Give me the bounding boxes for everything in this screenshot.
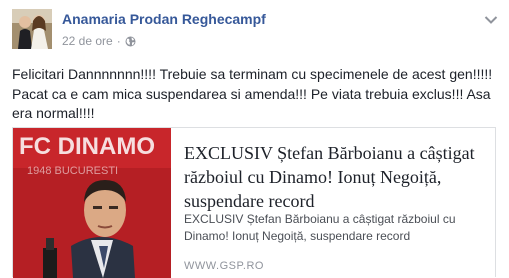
link-source: WWW.GSP.RO	[184, 260, 264, 272]
author-name[interactable]: Anamaria Prodan Reghecampf	[62, 11, 266, 27]
image-banner-text: FC DINAMO	[19, 133, 155, 160]
link-description: EXCLUSIV Ștefan Bărboianu a câștigat răz…	[184, 212, 456, 243]
image-banner-subtext: 1948 BUCURESTI	[27, 165, 118, 177]
post-text: Felicitari Dannnnnnn!!!! Trebuie sa term…	[12, 66, 493, 121]
globe-icon[interactable]	[125, 36, 136, 47]
link-title[interactable]: EXCLUSIV Ștefan Bărboianu a câștigat răz…	[184, 141, 484, 213]
link-preview-card[interactable]: FC DINAMO 1948 BUCURESTI EXCLUSIV Ștefan…	[12, 127, 496, 278]
meta-separator: ·	[116, 34, 121, 48]
avatar-photo	[12, 9, 52, 49]
link-preview-image[interactable]: FC DINAMO 1948 BUCURESTI	[13, 128, 171, 278]
post-timestamp[interactable]: 22 de ore	[62, 34, 113, 48]
chevron-down-icon[interactable]	[484, 12, 498, 24]
facebook-post: Anamaria Prodan Reghecampf 22 de ore · F…	[0, 0, 509, 278]
post-meta: 22 de ore ·	[62, 34, 136, 48]
avatar[interactable]	[12, 9, 52, 49]
